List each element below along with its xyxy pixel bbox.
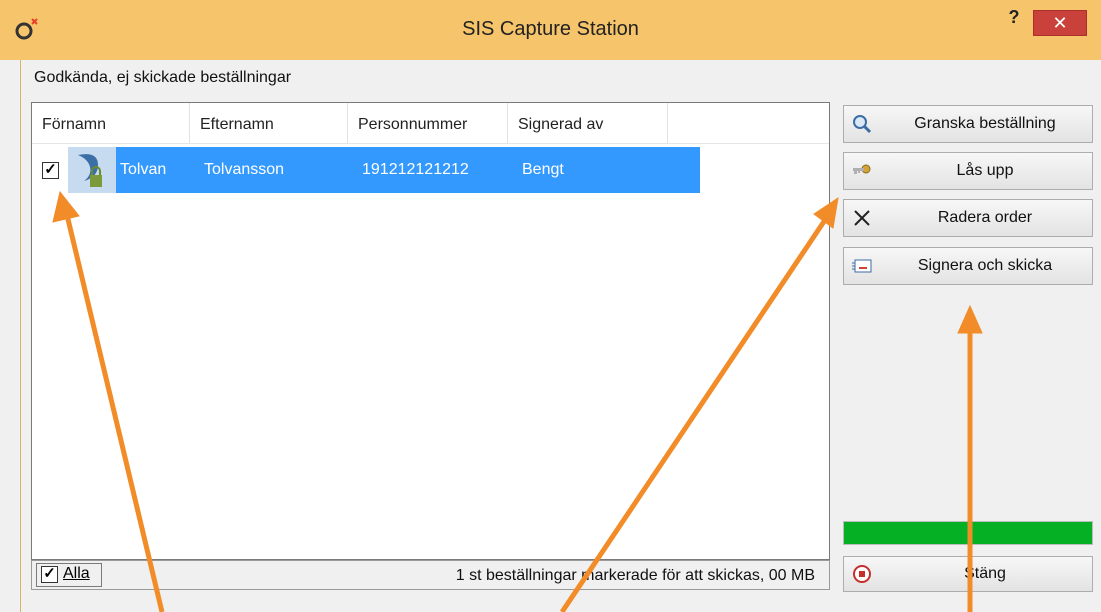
list-header: Förnamn Efternamn Personnummer Signerad … bbox=[32, 103, 829, 144]
status-message: 1 st beställningar markerade för att ski… bbox=[455, 567, 815, 584]
column-header-fornamn[interactable]: Förnamn bbox=[32, 103, 190, 143]
delete-order-label: Radera order bbox=[937, 209, 1033, 226]
cell-efternamn: Tolvansson bbox=[204, 161, 285, 178]
cell-fornamn: Tolvan bbox=[120, 161, 167, 178]
window-title: SIS Capture Station bbox=[462, 18, 639, 40]
sign-card-icon bbox=[852, 259, 872, 273]
column-header-efternamn[interactable]: Efternamn bbox=[190, 103, 348, 143]
title-bar: SIS Capture Station ? ✕ bbox=[0, 0, 1101, 60]
row-checkbox[interactable]: ✓ bbox=[42, 162, 59, 179]
unlock-button[interactable]: Lås upp bbox=[843, 152, 1093, 190]
keys-icon bbox=[853, 164, 871, 174]
orders-list[interactable]: Förnamn Efternamn Personnummer Signerad … bbox=[31, 102, 830, 560]
delete-x-icon bbox=[854, 210, 870, 226]
stop-icon bbox=[853, 565, 871, 583]
select-all-checkbox[interactable]: ✓ bbox=[41, 566, 58, 583]
cell-signerad-av: Bengt Pettersson bbox=[522, 161, 599, 224]
column-header-signerad-av[interactable]: Signerad av bbox=[508, 103, 668, 143]
section-label: Godkända, ej skickade beställningar bbox=[34, 69, 292, 86]
close-label: Stäng bbox=[964, 565, 1006, 582]
sign-and-send-label: Signera och skicka bbox=[917, 257, 1053, 274]
help-button[interactable]: ? bbox=[1002, 6, 1026, 28]
magnifier-icon bbox=[853, 115, 872, 134]
select-all-label[interactable]: Alla bbox=[63, 565, 90, 583]
column-header-personnummer[interactable]: Personnummer bbox=[348, 103, 508, 143]
cell-personnummer: 191212121212 bbox=[362, 161, 469, 178]
sign-and-send-button[interactable]: Signera och skicka bbox=[843, 247, 1093, 285]
review-order-label: Granska beställning bbox=[914, 115, 1056, 132]
status-bar: ✓ Alla 1 st beställningar markerade för … bbox=[31, 560, 830, 590]
close-button[interactable]: Stäng bbox=[843, 556, 1093, 592]
unlock-label: Lås upp bbox=[956, 162, 1014, 179]
progress-fill bbox=[844, 522, 1092, 544]
review-order-button[interactable]: Granska beställning bbox=[843, 105, 1093, 143]
progress-bar bbox=[843, 521, 1093, 545]
select-all-control[interactable]: ✓ Alla bbox=[36, 563, 102, 587]
locked-order-icon bbox=[68, 147, 116, 193]
close-window-button[interactable]: ✕ bbox=[1033, 10, 1087, 36]
delete-order-button[interactable]: Radera order bbox=[843, 199, 1093, 237]
